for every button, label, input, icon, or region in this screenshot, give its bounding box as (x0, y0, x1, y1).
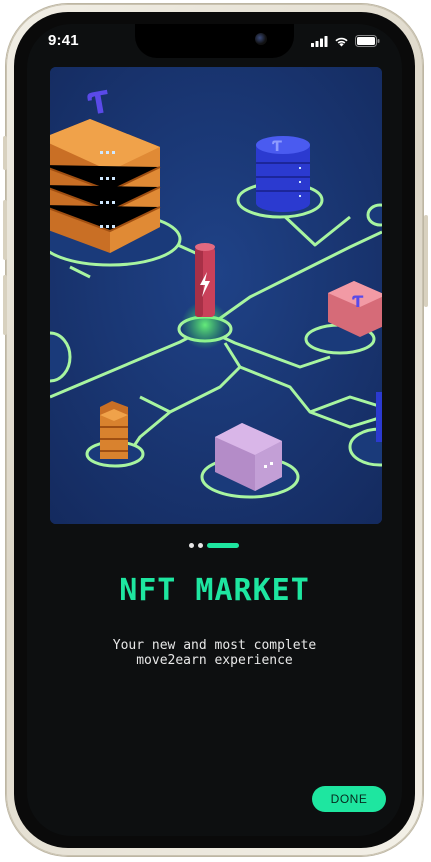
camera-icon (255, 33, 267, 45)
svg-text:Ƭ: Ƭ (352, 292, 364, 311)
page-indicator (189, 543, 239, 548)
battery-icon (355, 35, 380, 47)
volume-up-button (3, 200, 7, 260)
status-time: 9:41 (48, 32, 79, 49)
volume-down-button (3, 275, 7, 335)
blockchain-network-image: Ƭ Ƭ Ƭ (50, 67, 382, 524)
notch (135, 24, 294, 58)
battery-pillar (195, 243, 215, 317)
power-button (424, 215, 428, 307)
blue-coin-stack: Ƭ (256, 136, 310, 212)
status-icons (311, 35, 380, 47)
page-title: NFT MARKET (119, 573, 310, 608)
small-orange-stack (100, 401, 128, 459)
signal-icon (311, 35, 328, 47)
page-dot (189, 543, 194, 548)
page-subtitle: Your new and most complete move2earn exp… (112, 638, 317, 668)
page-dot (198, 543, 203, 548)
hero-illustration: Ƭ Ƭ Ƭ (50, 67, 382, 524)
done-button[interactable]: DONE (312, 786, 386, 812)
page-dot-active (207, 543, 239, 548)
mute-switch (3, 136, 7, 170)
wifi-icon (335, 37, 348, 46)
svg-text:Ƭ: Ƭ (272, 139, 282, 155)
screen: 9:41 Ƭ Ƭ Ƭ NFT MARKET Your new and most … (27, 24, 402, 836)
